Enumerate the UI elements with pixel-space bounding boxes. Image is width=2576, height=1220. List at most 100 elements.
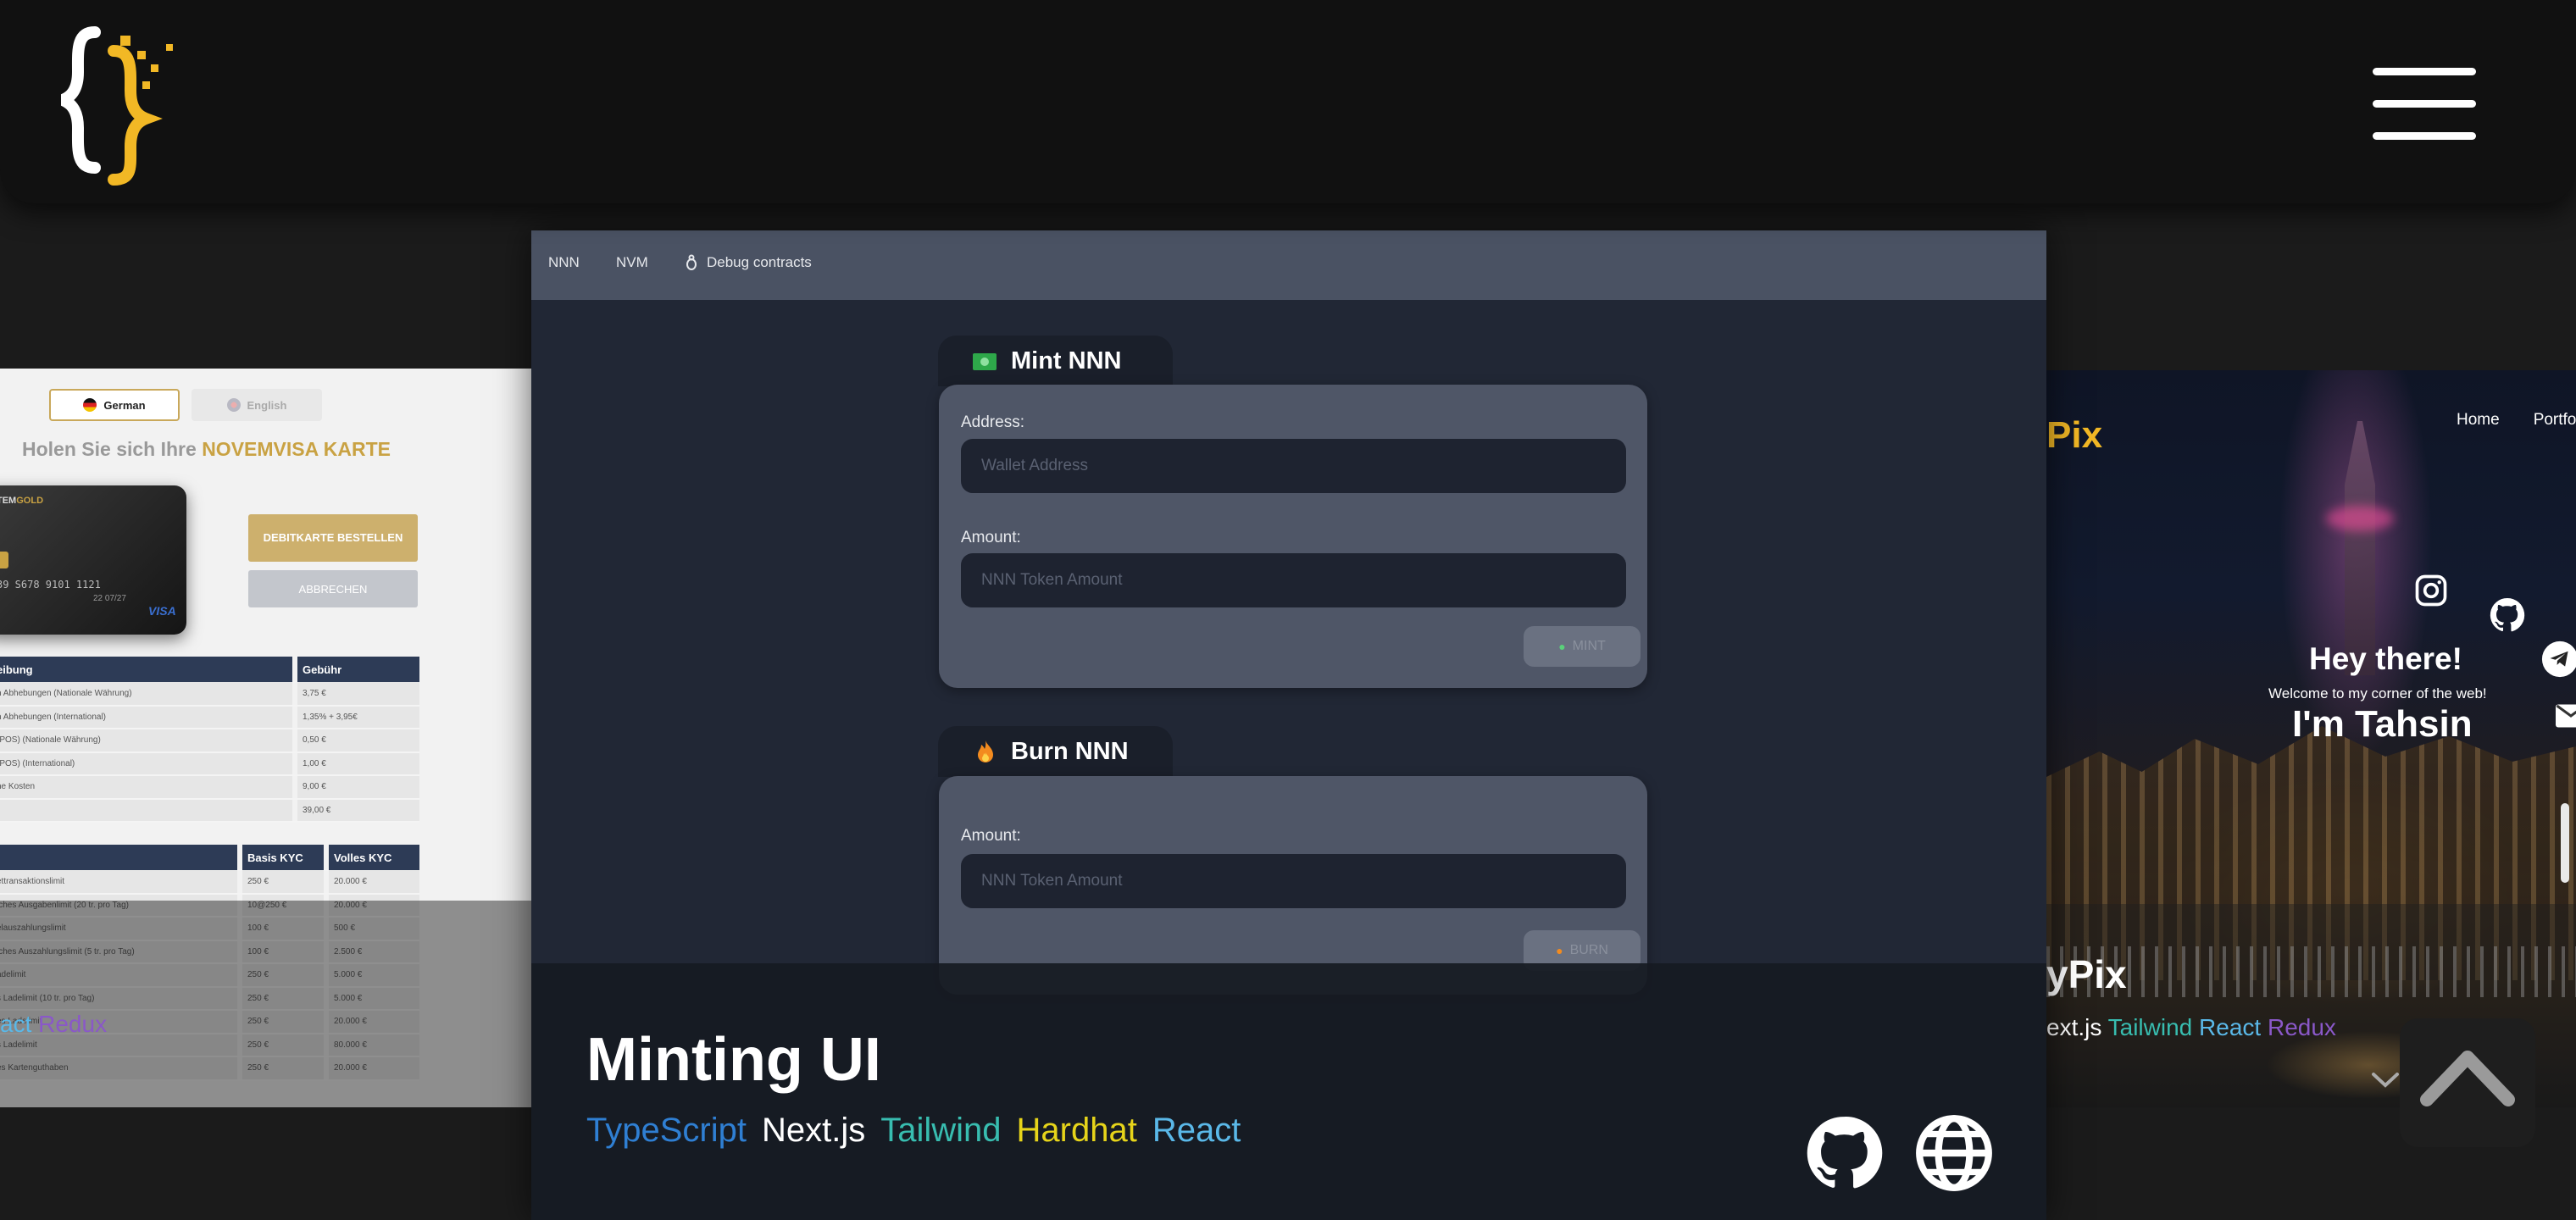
instagram-icon[interactable]: [2412, 572, 2450, 609]
debit-card-brand-prefix: TEM: [0, 496, 17, 506]
github-icon[interactable]: [2487, 595, 2528, 635]
fee-table: eibung Gebühr h Abhebungen (Nationale Wä…: [0, 657, 419, 823]
scroll-to-top-button[interactable]: [2400, 1018, 2535, 1147]
tech-tag-nextjs: ext.js: [2046, 1014, 2102, 1040]
table-cell: ettransaktionslimit: [0, 870, 237, 895]
tech-tag-hardhat: Hardhat: [1016, 1112, 1137, 1149]
table-row: he Kosten 9,00 €: [0, 775, 419, 800]
table-row: (POS) (Nationale Währung) 0,50 €: [0, 729, 419, 753]
language-switcher: German English: [49, 389, 322, 421]
tech-tag-react: React: [1152, 1112, 1241, 1149]
right-card-nav: Home Portfo: [2457, 411, 2576, 430]
table-cell: he Kosten: [0, 775, 292, 800]
burn-button-label: BURN: [1569, 943, 1608, 957]
table-row: ettransaktionslimit 250 €20.000 €: [0, 870, 419, 895]
table-cell: 1,00 €: [297, 751, 419, 776]
site-header: [0, 0, 2576, 203]
right-card-logo: Pix: [2046, 414, 2103, 456]
mint-address-input[interactable]: [961, 439, 1626, 493]
page-scroll-indicator[interactable]: [2561, 803, 2569, 883]
mint-button[interactable]: ● MINT: [1524, 626, 1641, 667]
globe-icon[interactable]: [1913, 1112, 1996, 1195]
card-offer-heading-highlight: NOVEMVISA KARTE: [202, 438, 391, 460]
limits-table-header-full: Volles KYC: [329, 845, 419, 870]
table-cell: 250 €: [242, 870, 324, 895]
table-cell: 20.000 €: [329, 870, 419, 895]
table-cell: 1,35% + 3,95€: [297, 705, 419, 729]
tech-tag-nextjs: Next.js: [761, 1112, 866, 1149]
cancel-button[interactable]: ABBRECHEN: [248, 570, 418, 607]
table-cell: 39,00 €: [297, 798, 419, 823]
mint-button-icon: ●: [1558, 640, 1566, 653]
mint-button-label: MINT: [1572, 639, 1606, 653]
brace-pixel-logo[interactable]: [61, 25, 188, 186]
mail-icon[interactable]: [2556, 704, 2576, 728]
debit-card-image: TEMGOLD 39 S678 9101 1121 22 07/27 VISA: [0, 485, 186, 635]
mint-title-text: Mint NNN: [1011, 347, 1122, 374]
project-title: Minting UI: [586, 1026, 881, 1094]
mint-amount-input[interactable]: [961, 553, 1626, 607]
nav-nnn-link[interactable]: NNN: [548, 254, 580, 271]
language-german-button[interactable]: German: [49, 389, 180, 421]
right-card-tech-tags: ext.js Tailwind React Redux: [2046, 1014, 2336, 1041]
nav-debug-contracts-link[interactable]: Debug contracts: [707, 254, 812, 271]
money-icon: [973, 353, 997, 370]
language-german-label: German: [103, 398, 146, 412]
hamburger-line: [2373, 68, 2476, 75]
debit-card-brand-suffix: GOLD: [16, 496, 44, 506]
nav-home-link[interactable]: Home: [2457, 411, 2500, 430]
mint-form-panel: Address: Amount: ● MINT: [939, 385, 1647, 688]
order-debit-card-button[interactable]: DEBITKARTE BESTELLEN: [248, 514, 418, 562]
language-english-label: English: [247, 398, 287, 412]
hamburger-menu-icon[interactable]: [2373, 66, 2476, 144]
tech-tag-tailwind: Tailwind: [2107, 1014, 2193, 1040]
project-card-left[interactable]: German English Holen Sie sich Ihre NOVEM…: [0, 369, 531, 1107]
fee-table-header-description: eibung: [0, 657, 292, 682]
tech-tag-react: act: [0, 1011, 32, 1037]
fee-table-header-fee: Gebühr: [297, 657, 419, 682]
table-cell: (POS) (International): [0, 751, 292, 776]
hero-greeting: Hey there!: [2309, 641, 2462, 676]
tech-tag-tailwind: Tailwind: [880, 1112, 1002, 1149]
table-cell: [0, 798, 292, 823]
mint-panel-title: Mint NNN: [938, 336, 1173, 386]
hamburger-line: [2373, 132, 2476, 140]
language-english-button[interactable]: English: [192, 389, 322, 421]
hero-name: I'm Tahsin: [2292, 703, 2473, 745]
portfolio-carousel-page: German English Holen Sie sich Ihre NOVEM…: [0, 0, 2576, 1220]
hero-welcome-text: Welcome to my corner of the web!: [2268, 685, 2487, 702]
german-flag-icon: [83, 398, 97, 412]
chevron-down-icon[interactable]: [2371, 1072, 2400, 1089]
burn-title-text: Burn NNN: [1011, 737, 1129, 765]
github-icon[interactable]: [1802, 1112, 1885, 1195]
burn-form-panel: Amount: ● BURN: [939, 776, 1647, 995]
burn-button-icon: ●: [1556, 944, 1563, 957]
tech-tag-react: React: [2199, 1014, 2262, 1040]
telegram-icon[interactable]: [2540, 640, 2576, 679]
card-offer-heading-prefix: Holen Sie sich Ihre: [22, 438, 197, 460]
table-row: (POS) (International) 1,00 €: [0, 751, 419, 776]
tech-tag-redux: Redux: [2267, 1014, 2336, 1040]
tech-tag-typescript: TypeScript: [586, 1112, 747, 1149]
tower-lights: [2326, 506, 2394, 531]
app-navbar: NNN NVM Debug contracts: [531, 230, 2046, 300]
table-cell: 9,00 €: [297, 775, 419, 800]
chip-icon: [0, 552, 8, 568]
burn-amount-input[interactable]: [961, 854, 1626, 908]
debit-card-brand: TEMGOLD: [0, 496, 43, 506]
left-card-caption-overlay: [0, 901, 531, 1107]
project-card-right[interactable]: Pix Home Portfo Hey there! Welcome to my…: [2046, 370, 2576, 1107]
burn-amount-label: Amount:: [961, 827, 1021, 845]
mint-amount-label: Amount:: [961, 529, 1021, 546]
table-row: 39,00 €: [0, 798, 419, 823]
nav-nvm-link[interactable]: NVM: [616, 254, 648, 271]
galata-tower-image: [2345, 421, 2375, 675]
card-offer-heading: Holen Sie sich Ihre NOVEMVISA KARTE: [22, 438, 391, 461]
debit-card-number: 39 S678 9101 1121: [0, 579, 101, 591]
table-cell: 3,75 €: [297, 682, 419, 707]
project-card-featured[interactable]: NNN NVM Debug contracts Mint NNN Address…: [531, 230, 2046, 1220]
nav-portfolio-link[interactable]: Portfo: [2534, 411, 2576, 430]
fire-icon: [978, 740, 993, 762]
limits-table-header-description: [0, 845, 237, 870]
tech-tag-redux: Redux: [38, 1011, 108, 1037]
